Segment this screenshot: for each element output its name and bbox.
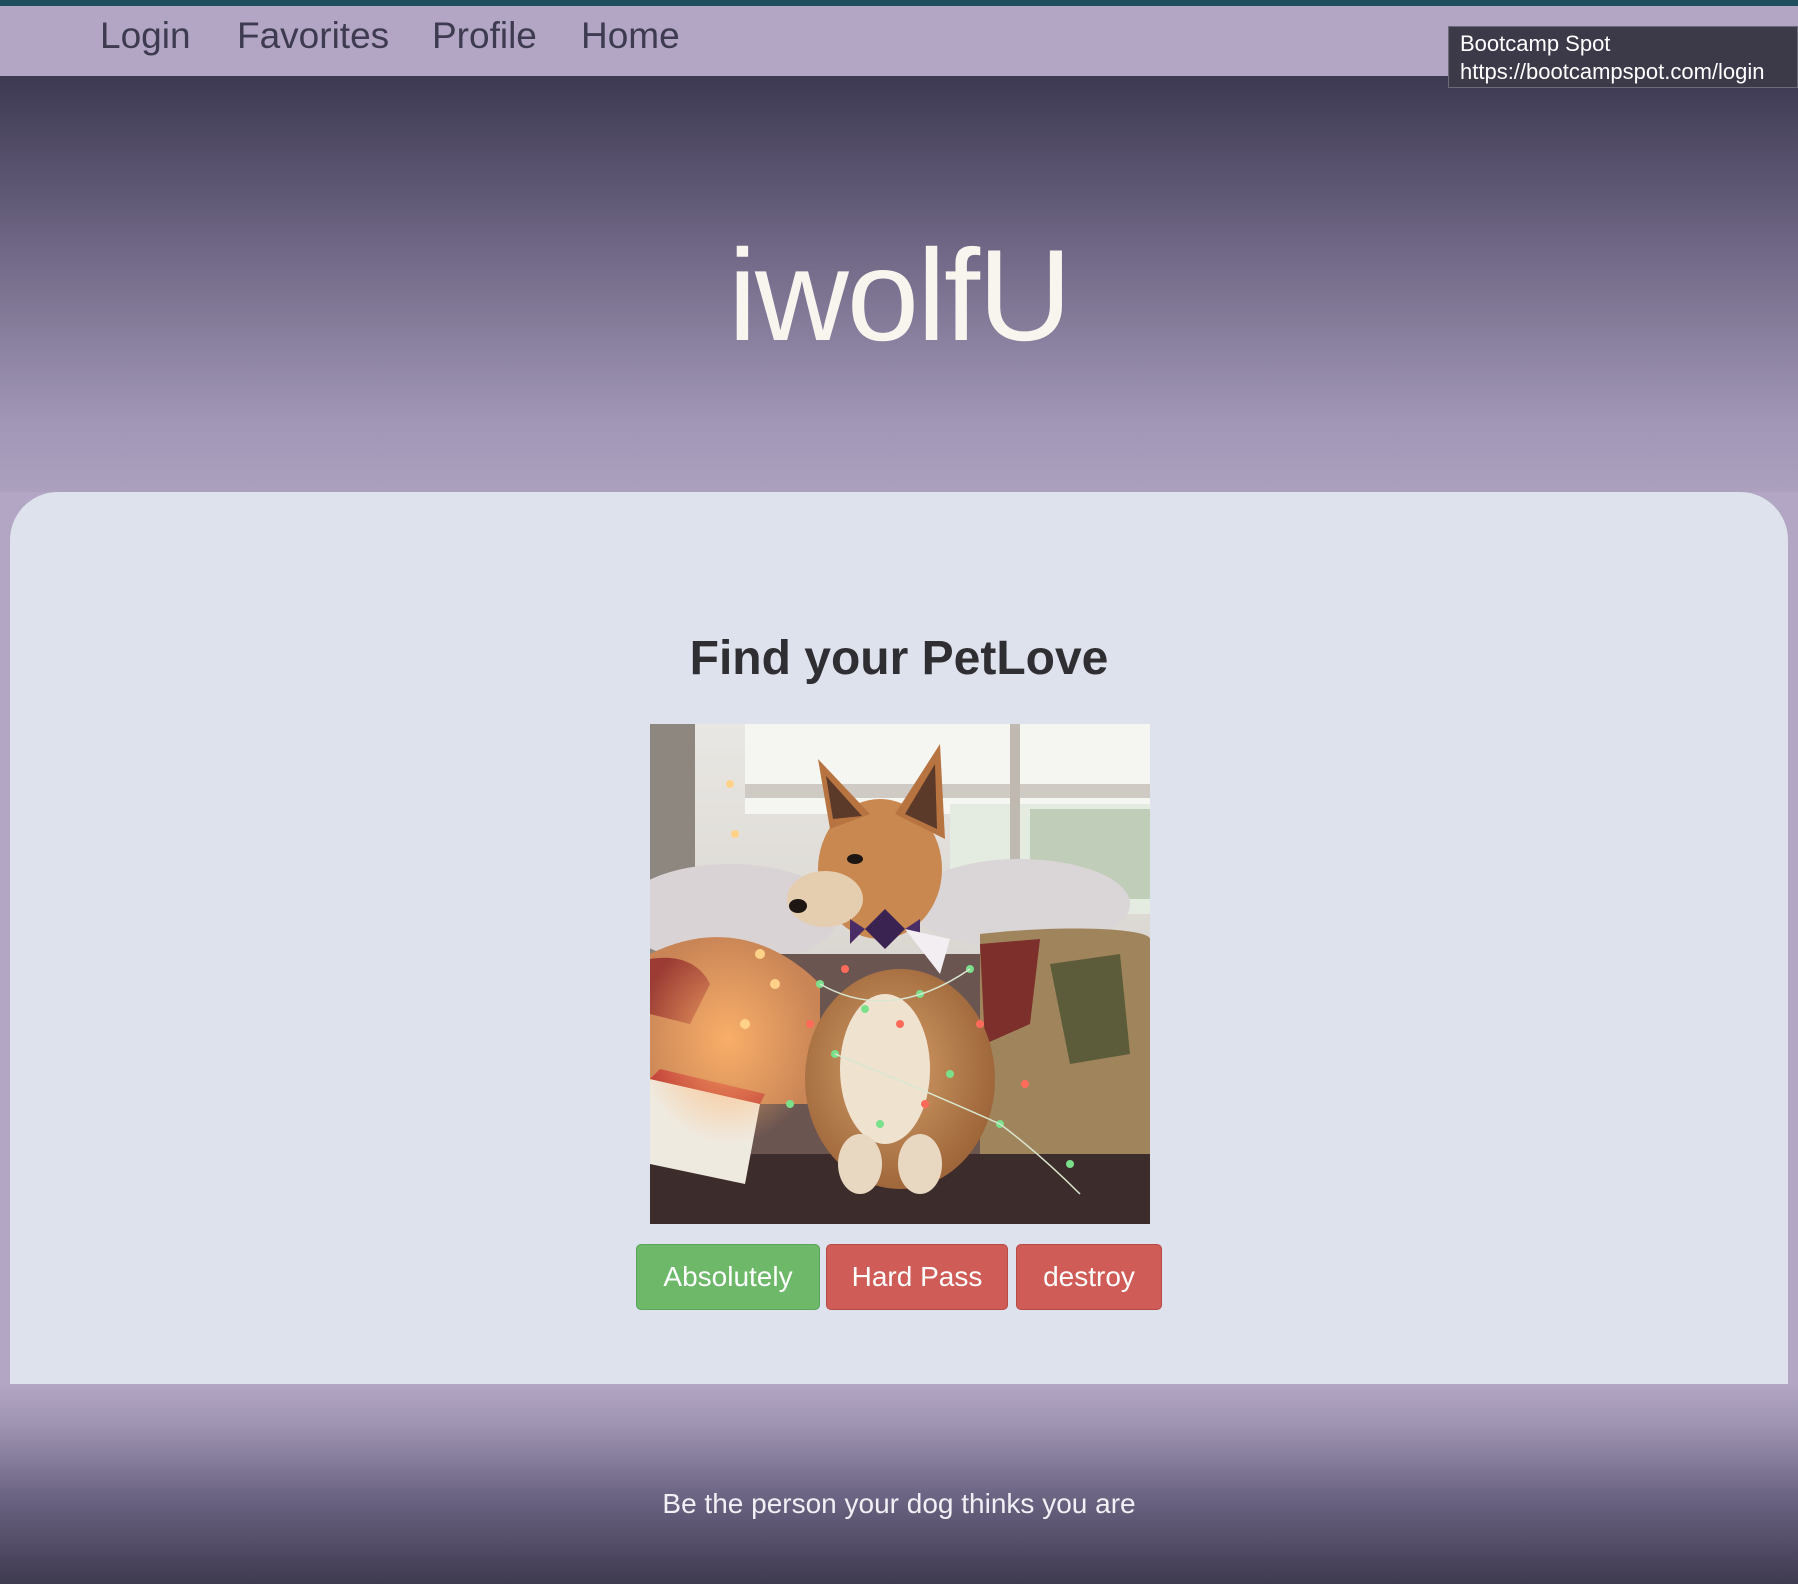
absolutely-button[interactable]: Absolutely xyxy=(636,1244,820,1310)
nav-profile-link[interactable]: Profile xyxy=(432,12,537,60)
tooltip-url: https://bootcampspot.com/login xyxy=(1460,59,1765,84)
pet-photo xyxy=(650,724,1150,1224)
footer xyxy=(0,1384,1798,1584)
hard-pass-button[interactable]: Hard Pass xyxy=(826,1244,1008,1310)
dog-illustration xyxy=(650,724,1150,1224)
footer-tagline: Be the person your dog thinks you are xyxy=(662,1488,1136,1519)
nav-favorites-link[interactable]: Favorites xyxy=(237,12,389,60)
tooltip-title: Bootcamp Spot xyxy=(1460,31,1611,56)
link-tooltip: Bootcamp Spot https://bootcampspot.com/l… xyxy=(1448,26,1798,88)
card-heading: Find your PetLove xyxy=(689,632,1109,685)
site-title: iwolfU xyxy=(728,222,1072,368)
nav-home-link[interactable]: Home xyxy=(581,12,680,60)
nav-login-link[interactable]: Login xyxy=(100,12,191,60)
destroy-button[interactable]: destroy xyxy=(1016,1244,1162,1310)
